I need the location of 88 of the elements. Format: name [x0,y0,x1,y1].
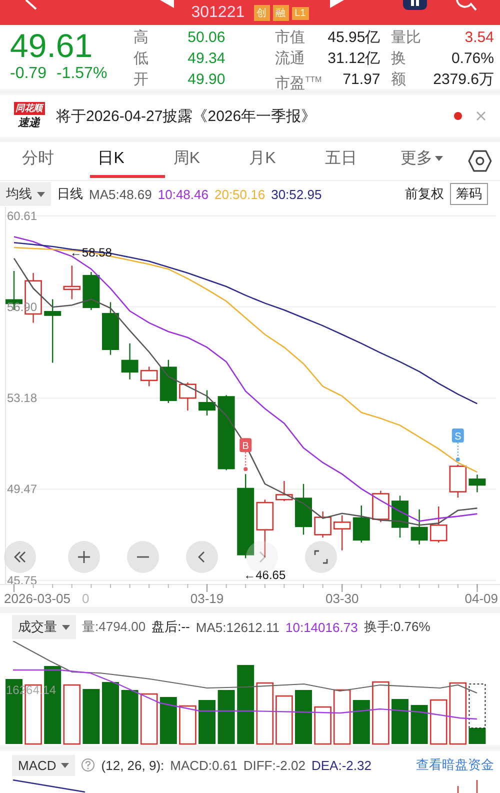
stat-value: 0.76% [450,49,494,69]
stat-label: 流通 [275,49,306,69]
price-change: -0.79 [10,65,46,83]
forecast-outline [468,684,486,728]
market-badge: L1 [292,6,309,20]
stock-code: 301221 [191,4,245,22]
stat-value: 49.90 [186,70,226,90]
ma-legend-item: 10:48.46 [158,186,208,202]
volume-reading: 10:14016.73 [286,620,358,634]
news-banner[interactable]: 同花顺 速递 将于2026-04-27披露《2026年一季报》 [0,95,500,142]
fullscreen-button[interactable] [305,541,337,573]
period-tab[interactable]: 周K [165,144,242,178]
stat-label: 高 [134,28,150,48]
stat-label: 换 [391,49,408,69]
date-label: 03-30 [325,591,359,606]
stat-value: 50.06 [186,28,226,48]
period-tab[interactable]: 月K [241,144,317,178]
back-icon[interactable] [24,0,38,10]
ma-legend-item: MA5:48.69 [89,186,152,202]
price-annotation: ←46.65 [244,568,286,582]
stat-value: 71.97 [342,70,380,90]
stat-label: 市值 [275,28,306,48]
percent-change: -1.57% [56,65,108,83]
trade-signal: B [240,438,252,472]
adjust-option[interactable]: 前复权 [405,185,444,203]
last-price: 49.61 [10,27,94,65]
settings-icon[interactable] [468,150,492,172]
control-icon [13,550,27,564]
stat-value: 31.12亿 [328,49,380,69]
indicator-dropdown[interactable]: 成交量 [12,615,76,639]
ma-legend-item: 30:52.95 [271,186,322,202]
period-tab[interactable]: 更多 [392,144,468,178]
zoom-out-button[interactable] [127,541,159,573]
logo-text: 同花顺 [14,102,44,115]
axis-label: 60.61 [7,208,38,223]
close-icon[interactable] [476,111,486,121]
chips-button[interactable]: 筹码 [450,183,488,205]
app-icon[interactable] [403,0,427,10]
indicator-dropdown[interactable]: 均线 [0,182,51,206]
caret-icon [62,624,70,630]
period-tab[interactable]: 五日 [316,144,392,178]
period-tab[interactable]: 日K [90,144,166,178]
macd-reading: DIFF:-2.02 [243,758,306,772]
news-text[interactable]: 将于2026-04-27披露《2026年一季报》 [56,106,454,126]
volume-reading: 换手:0.76% [364,618,430,636]
zoom-in-button[interactable] [68,541,100,573]
market-badge: 创 [254,5,270,21]
logo-text: 速递 [18,116,40,130]
market-badge: 融 [272,5,289,21]
stat-value: 45.95亿 [328,28,380,48]
volume-reading: MA5:12612.11 [196,620,280,634]
caret-icon [61,762,70,768]
stat-value: 49.34 [186,49,226,69]
ma-legend-item: 20:50.16 [214,186,266,202]
period-tab[interactable]: 分时 [14,144,90,178]
stat-label: 量比 [391,28,422,48]
volume-reading: 量:4794.00 [82,618,146,636]
date-label: 04-09 [464,591,498,606]
previous-button[interactable] [186,541,218,573]
stat-label: 市盈$^{TTM}$ [275,74,322,94]
axis-label: 49.47 [7,482,38,496]
indicator-dropdown[interactable]: MACD [12,754,76,776]
caret-icon [435,156,444,161]
axis-label: 53.18 [7,391,38,406]
stat-value: 3.54 [464,28,494,48]
stat-label: 额 [391,70,408,90]
search-icon[interactable] [455,0,477,12]
triangle-icon[interactable] [330,0,344,8]
date-label: 2026-03-05 [4,591,70,606]
control-icon [314,550,328,564]
axis-label: 45.75 [7,573,38,584]
dark-pool-link[interactable]: 查看暗盘资金 [416,756,494,774]
trade-signal: S [452,428,464,462]
macd-reading: DEA:-2.32 [311,758,372,772]
volume-reading: 盘后:-- [152,618,190,636]
rewind-button[interactable] [4,541,36,573]
stat-label: 开 [134,70,150,90]
stat-label: 低 [134,49,150,69]
macd-params: (12, 26, 9): [101,758,164,772]
triangle-icon[interactable] [160,0,174,8]
date-label: 0 [82,591,90,606]
stat-value: 2379.6万 [432,70,494,90]
caret-icon [37,192,45,196]
help-icon[interactable] [81,758,96,772]
control-icon [77,550,91,564]
date-label: 03-19 [190,591,224,606]
period-label: 日线 [57,185,83,203]
macd-reading: MACD:0.61 [170,758,238,772]
